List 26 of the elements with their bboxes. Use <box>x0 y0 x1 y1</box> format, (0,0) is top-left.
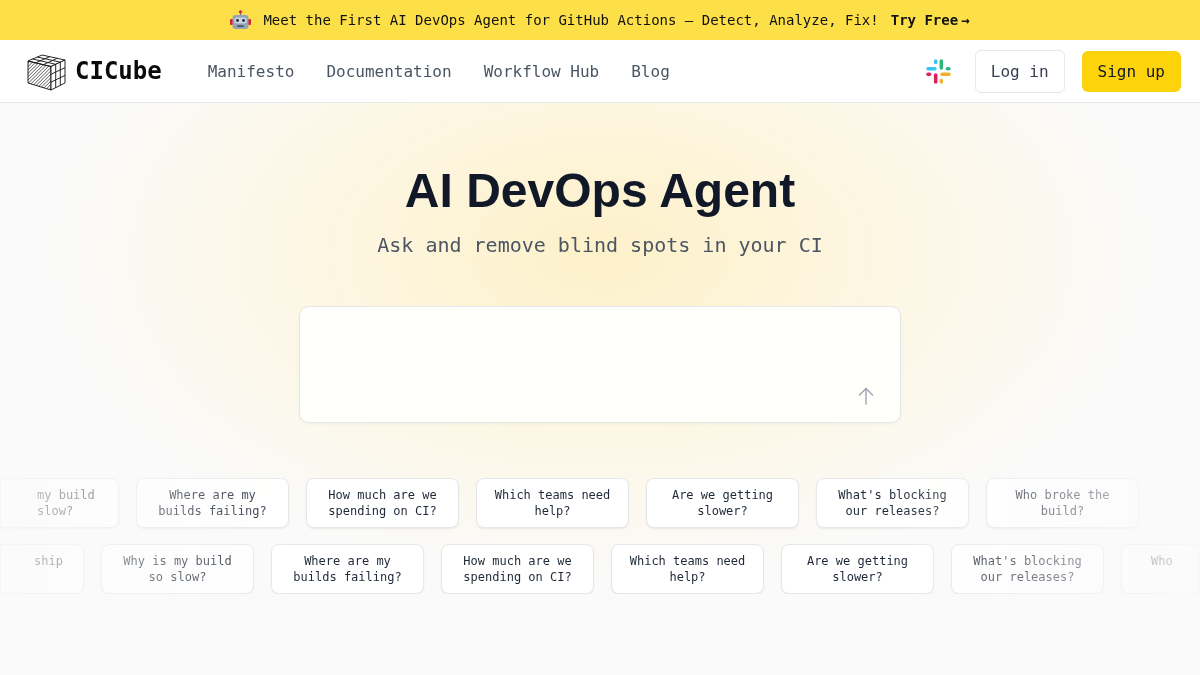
nav-link[interactable]: Workflow Hub <box>483 61 600 81</box>
arrow-up-icon[interactable] <box>858 387 874 405</box>
login-button[interactable]: Log in <box>974 49 1065 93</box>
suggestion-chip[interactable]: Which teams need help? <box>611 544 764 594</box>
nav-link[interactable]: Documentation <box>326 61 452 81</box>
suggestion-chip[interactable]: What's blocking our releases? <box>816 478 969 528</box>
signup-button[interactable]: Sign up <box>1081 50 1181 92</box>
hero-title: AI DevOps Agent <box>404 163 796 219</box>
banner-text: Meet the First AI DevOps Agent for GitHub Actions — Detect, Analyze, Fix! <box>263 12 879 28</box>
nav-link[interactable]: Blog <box>631 61 670 81</box>
suggestion-chip[interactable]: Why is my build so slow? <box>101 544 254 594</box>
prompt-input[interactable] <box>299 306 901 423</box>
suggestion-chip[interactable]: How much are we spending on CI? <box>441 544 594 594</box>
suggestion-chip[interactable]: Which teams need help? <box>476 478 629 528</box>
hero-subtitle: Ask and remove blind spots in your CI <box>377 232 823 259</box>
logo-text[interactable]: CICube <box>75 57 162 85</box>
try-free-link[interactable]: Try Free → <box>890 12 970 28</box>
nav-link[interactable]: Manifesto <box>207 61 295 81</box>
hash-logo-icon[interactable] <box>925 58 951 84</box>
robot-icon <box>230 10 252 30</box>
suggestion-chip[interactable]: How much are we spending on CI? <box>306 478 459 528</box>
suggestion-chip[interactable]: Are we getting slower? <box>646 478 799 528</box>
suggestion-chip[interactable]: Where are my builds failing? <box>136 478 289 528</box>
suggestion-chip[interactable]: Where are my builds failing? <box>271 544 424 594</box>
suggestion-chip[interactable]: What's blocking our releases? <box>951 544 1104 594</box>
suggestion-chip[interactable]: Are we getting slower? <box>781 544 934 594</box>
